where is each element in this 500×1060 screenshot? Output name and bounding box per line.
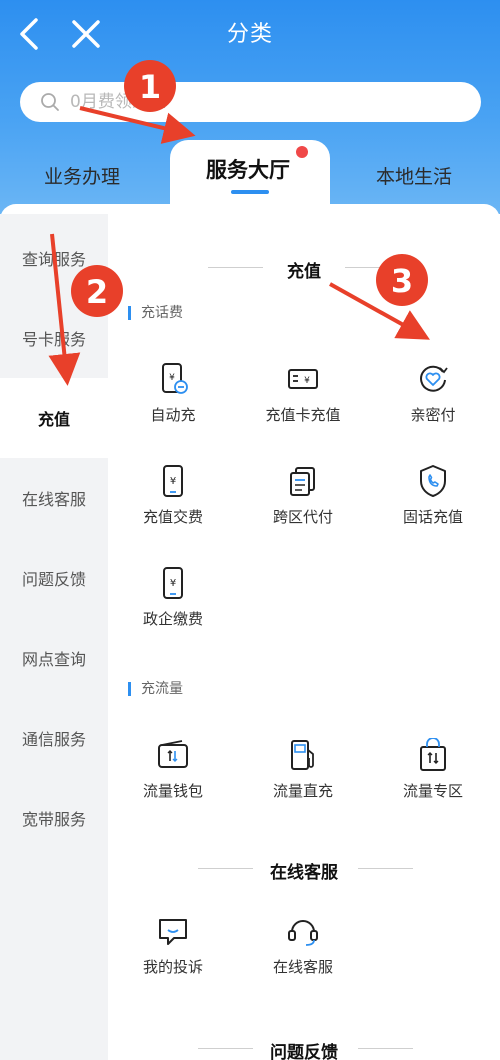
section-title-recharge: 充值 — [287, 262, 321, 282]
tab-service-hall[interactable]: 服务大厅 — [206, 154, 290, 184]
sidebar-item-query[interactable]: 查询服务 — [0, 218, 108, 298]
data-wallet-icon — [158, 740, 188, 768]
landline-recharge-item[interactable]: 固话充值 — [368, 464, 498, 527]
grid-label: 自动充 — [150, 406, 196, 424]
phone-auto-recharge-icon: ¥ — [162, 363, 188, 394]
nav-bar: 分类 — [0, 0, 500, 66]
online-service-item[interactable]: 在线客服 — [238, 914, 368, 977]
sidebar-item-telecom[interactable]: 通信服务 — [0, 698, 108, 778]
recharge-card-icon: ¥ — [288, 369, 318, 389]
grid-label: 流量专区 — [402, 782, 463, 800]
fuel-pump-icon — [291, 740, 314, 770]
enterprise-pay-item[interactable]: ¥ 政企缴费 — [108, 566, 238, 629]
grid-label: 充值卡充值 — [265, 406, 341, 424]
search-bar[interactable] — [20, 82, 481, 122]
svg-text:¥: ¥ — [170, 476, 176, 487]
sidebar-item-broadband[interactable]: 宽带服务 — [0, 778, 108, 858]
tab-local-life[interactable]: 本地生活 — [376, 162, 452, 189]
cross-region-pay-item[interactable]: 跨区代付 — [238, 464, 368, 527]
divider-line — [358, 1048, 413, 1049]
data-direct-recharge-item[interactable]: 流量直充 — [238, 738, 368, 801]
search-input[interactable] — [70, 92, 450, 112]
grid-label: 流量直充 — [272, 782, 333, 800]
shopping-bag-icon — [420, 738, 446, 771]
auto-recharge-item[interactable]: ¥ 自动充 — [108, 362, 238, 425]
subsection-title-phone-fee: 充话费 — [128, 306, 183, 320]
grid-label: 跨区代付 — [272, 508, 333, 526]
shield-phone-icon — [420, 465, 446, 497]
svg-text:¥: ¥ — [169, 373, 175, 383]
data-wallet-item[interactable]: 流量钱包 — [108, 738, 238, 801]
sidebar-item-online-service[interactable]: 在线客服 — [0, 458, 108, 538]
phone-yuan-icon: ¥ — [163, 567, 183, 599]
chat-bubble-icon — [159, 919, 187, 945]
sidebar-item-feedback[interactable]: 问题反馈 — [0, 538, 108, 618]
phone-yuan-icon: ¥ — [163, 465, 183, 497]
page-title: 分类 — [226, 22, 273, 47]
recharge-pay-item[interactable]: ¥ 充值交费 — [108, 464, 238, 527]
search-icon — [41, 93, 59, 111]
sidebar-item-recharge[interactable]: 充值 — [0, 378, 108, 458]
subsection-title-data: 充流量 — [128, 682, 183, 696]
section-title-feedback: 问题反馈 — [270, 1043, 338, 1060]
notification-dot — [296, 146, 308, 158]
sidebar-item-sim-card[interactable]: 号卡服务 — [0, 298, 108, 378]
grid-label: 流量钱包 — [142, 782, 203, 800]
header: 分类 业务办理 服务大厅 本地生活 — [0, 0, 500, 220]
recharge-card-item[interactable]: ¥ 充值卡充值 — [238, 362, 368, 425]
grid-label: 政企缴费 — [142, 610, 203, 628]
grid-label: 充值交费 — [142, 508, 203, 526]
intimate-pay-item[interactable]: 亲密付 — [368, 362, 498, 425]
tab-indicator — [231, 190, 269, 194]
sidebar-item-outlets[interactable]: 网点查询 — [0, 618, 108, 698]
tab-bar: 业务办理 服务大厅 本地生活 — [0, 140, 500, 206]
section-title-online-service: 在线客服 — [270, 863, 338, 883]
grid-label: 在线客服 — [272, 958, 333, 976]
my-complaints-item[interactable]: 我的投诉 — [108, 914, 238, 977]
divider-line — [345, 267, 400, 268]
grid-label: 固话充值 — [402, 508, 463, 526]
grid-label: 亲密付 — [410, 406, 456, 424]
tab-business[interactable]: 业务办理 — [44, 162, 120, 189]
grid-label: 我的投诉 — [142, 958, 203, 976]
data-zone-item[interactable]: 流量专区 — [368, 738, 498, 801]
divider-line — [358, 868, 413, 869]
main-panel: 充值 充话费 ¥ 自动充 ¥ 充值卡充值 亲密付 ¥ 充值交费 跨区代付 固话充… — [108, 214, 500, 1060]
documents-icon — [290, 467, 315, 496]
svg-text:¥: ¥ — [304, 376, 310, 386]
svg-text:¥: ¥ — [170, 578, 176, 589]
sidebar: 查询服务 号卡服务 充值 在线客服 问题反馈 网点查询 通信服务 宽带服务 — [0, 214, 108, 1060]
heart-refresh-icon — [420, 365, 448, 392]
headset-icon — [288, 920, 318, 946]
